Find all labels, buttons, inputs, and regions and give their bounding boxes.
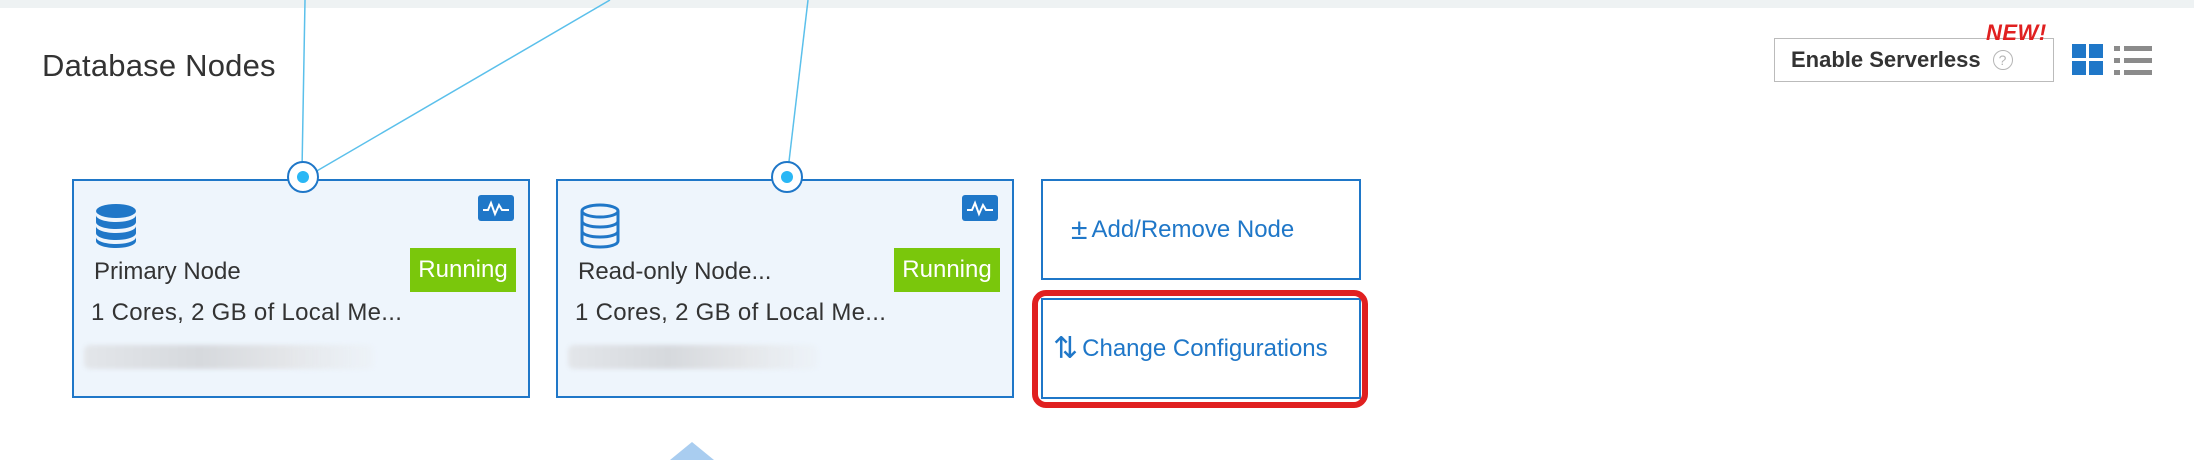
topology-line	[787, 0, 809, 171]
redacted-endpoint	[84, 345, 374, 369]
monitor-icon[interactable]	[962, 195, 998, 221]
highlight-box	[1032, 290, 1368, 408]
help-icon[interactable]: ?	[1992, 50, 2013, 70]
node-name: Primary Node	[94, 258, 241, 285]
expand-arrow-icon	[670, 442, 714, 460]
redacted-endpoint	[568, 345, 818, 369]
top-strip	[0, 0, 2194, 8]
new-badge: NEW!	[1986, 20, 2047, 45]
status-badge: Running	[894, 248, 1000, 292]
connector-dot-icon	[287, 161, 319, 193]
status-badge: Running	[410, 248, 516, 292]
node-card-readonly[interactable]: Read-only Node... Running 1 Cores, 2 GB …	[556, 179, 1014, 398]
topology-line	[301, 0, 306, 171]
node-name: Read-only Node...	[578, 258, 772, 285]
database-outline-icon	[580, 203, 620, 249]
list-view-icon[interactable]	[2114, 46, 2152, 76]
plus-minus-icon: ±	[1071, 212, 1088, 246]
monitor-icon[interactable]	[478, 195, 514, 221]
node-spec: 1 Cores, 2 GB of Local Me...	[575, 299, 887, 326]
page-title: Database Nodes	[42, 48, 276, 83]
grid-view-icon[interactable]	[2072, 44, 2104, 76]
node-card-primary[interactable]: Primary Node Running 1 Cores, 2 GB of Lo…	[72, 179, 530, 398]
connector-dot-icon	[771, 161, 803, 193]
enable-serverless-label: Enable Serverless	[1791, 47, 1981, 72]
topology-line	[314, 0, 611, 173]
database-filled-icon	[96, 204, 136, 248]
add-remove-node-button[interactable]: ± Add/Remove Node	[1041, 179, 1361, 280]
add-remove-node-label: Add/Remove Node	[1091, 215, 1295, 243]
node-spec: 1 Cores, 2 GB of Local Me...	[91, 299, 403, 326]
